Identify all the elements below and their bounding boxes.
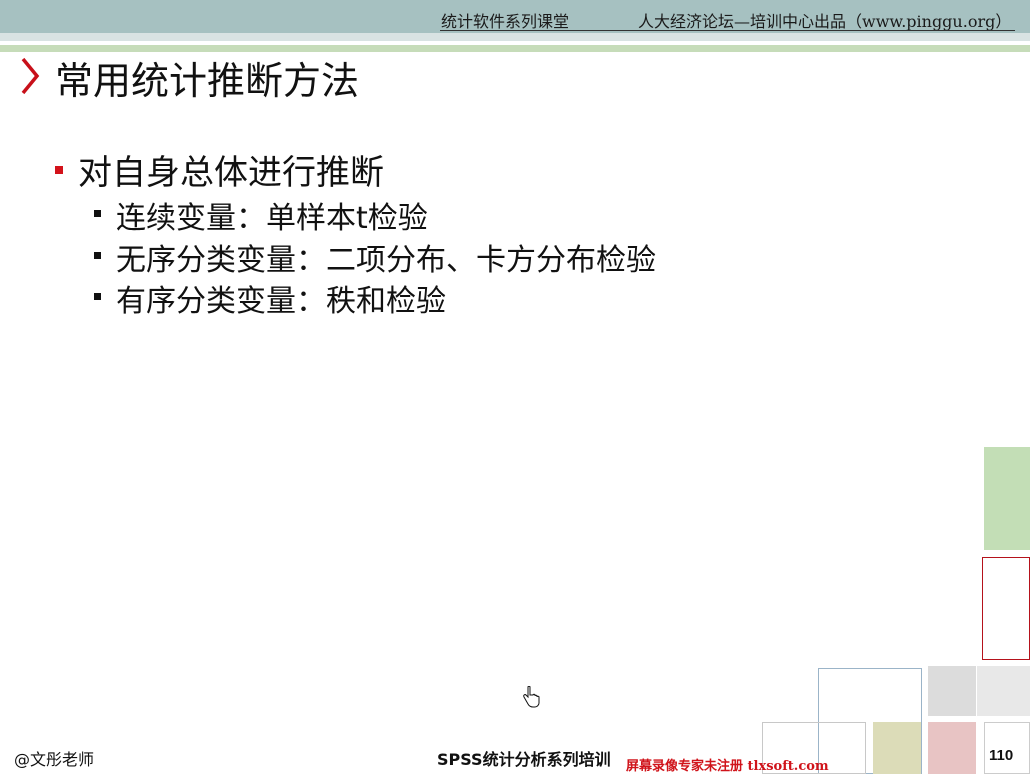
decor-block-olive: [873, 722, 921, 774]
decor-block-pink: [928, 722, 976, 774]
bullet-level2: 有序分类变量：秩和检验: [116, 284, 446, 319]
bullet-marker-sub: [94, 293, 101, 300]
decor-block-grey-light: [977, 666, 1030, 716]
bullet-level2: 无序分类变量：二项分布、卡方分布检验: [116, 243, 656, 278]
header-underline: [440, 30, 1015, 31]
bullet-marker: [55, 166, 63, 174]
bullet-level2: 连续变量：单样本t检验: [116, 201, 428, 236]
recorder-watermark: 屏幕录像专家未注册 tlxsoft.com: [626, 759, 829, 774]
decor-block-red-outline: [982, 557, 1030, 660]
decor-block-grey: [928, 666, 976, 716]
decor-block-green: [984, 447, 1030, 550]
header-stripe: [0, 33, 1030, 41]
hand-pointer-icon: [523, 686, 540, 708]
slide-title: 常用统计推断方法: [55, 59, 360, 103]
footer-author: @文彤老师: [14, 750, 95, 769]
bullet-marker-sub: [94, 252, 101, 259]
bullet-level1: 对自身总体进行推断: [78, 153, 384, 193]
page-number: 110: [989, 747, 1014, 764]
bullet-marker-sub: [94, 210, 101, 217]
footer-series: SPSS统计分析系列培训: [437, 750, 611, 769]
chevron-right-icon: [21, 57, 40, 95]
header-course: 统计软件系列课堂: [441, 12, 570, 31]
header-producer: 人大经济论坛—培训中心出品（www.pinggu.org）: [638, 12, 1012, 31]
